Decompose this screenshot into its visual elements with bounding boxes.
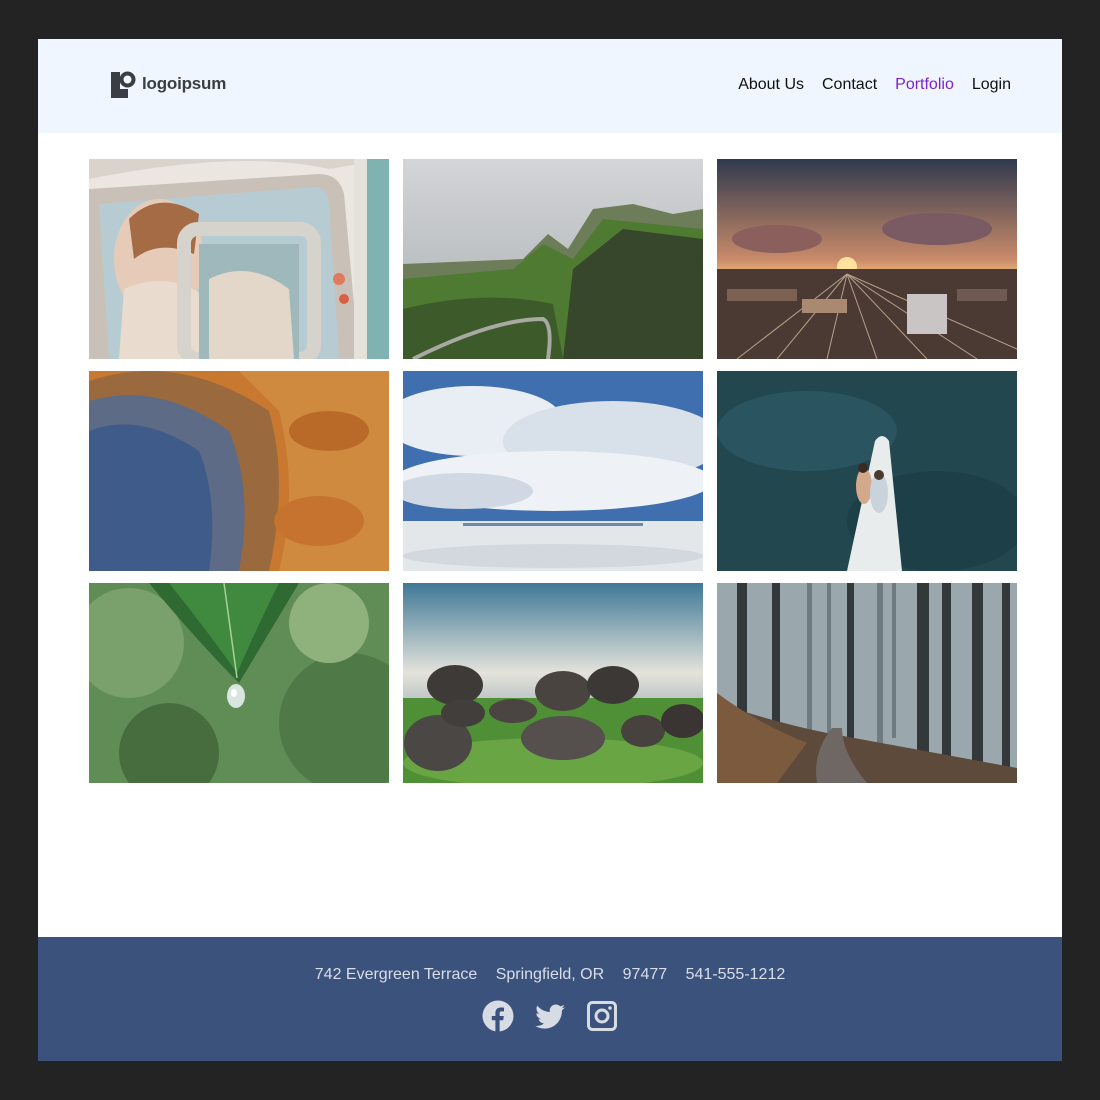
logo-link[interactable]: logoipsum	[111, 70, 226, 98]
nav-contact[interactable]: Contact	[822, 76, 877, 94]
nav-about-us[interactable]: About Us	[738, 76, 804, 94]
instagram-icon[interactable]	[586, 1000, 618, 1032]
gallery-image-mountain-valley[interactable]	[403, 159, 703, 359]
nav-portfolio[interactable]: Portfolio	[895, 76, 954, 94]
gallery-image-misty-forest[interactable]	[717, 583, 1017, 783]
facebook-icon[interactable]	[482, 1000, 514, 1032]
site-header: logoipsum About Us Contact Portfolio Log…	[38, 39, 1062, 133]
gallery-image-railway-sunset[interactable]	[717, 159, 1017, 359]
city-state: Springfield, OR	[495, 966, 605, 983]
gallery-image-boulders[interactable]	[403, 583, 703, 783]
page: logoipsum About Us Contact Portfolio Log…	[38, 39, 1062, 1061]
street-address: 742 Evergreen Terrace	[314, 966, 478, 983]
zip-code: 97477	[622, 966, 668, 983]
gallery-image-aerial-crater[interactable]	[89, 371, 389, 571]
logo-icon	[111, 71, 136, 98]
gallery-image-cloud-reflection[interactable]	[403, 371, 703, 571]
contact-info: 742 Evergreen Terrace Springfield, OR 97…	[38, 966, 1062, 984]
gallery-image-leaf-drop[interactable]	[89, 583, 389, 783]
logo-text: logoipsum	[142, 74, 227, 93]
phone-number[interactable]: 541-555-1212	[686, 966, 786, 983]
site-footer: 742 Evergreen Terrace Springfield, OR 97…	[38, 937, 1062, 1061]
twitter-icon[interactable]	[534, 1000, 566, 1032]
gallery-image-bride-car[interactable]	[89, 159, 389, 359]
social-links	[38, 1000, 1062, 1032]
nav-login[interactable]: Login	[972, 76, 1011, 94]
main-nav: About Us Contact Portfolio Login	[720, 76, 1011, 94]
gallery-image-boat-aerial[interactable]	[717, 371, 1017, 571]
portfolio-gallery	[89, 159, 1017, 783]
